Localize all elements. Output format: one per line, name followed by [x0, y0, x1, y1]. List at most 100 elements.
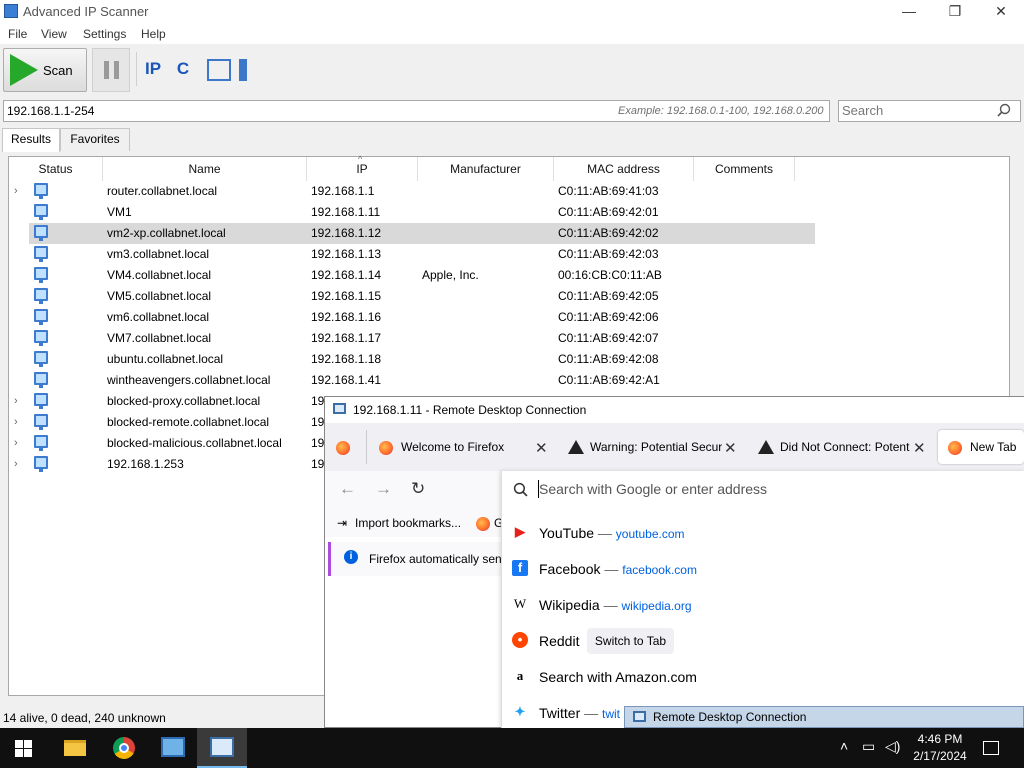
col-comments[interactable]: Comments — [694, 157, 795, 181]
scan-button-label: Scan — [43, 63, 73, 78]
firefox-tab-icon — [379, 441, 393, 455]
host-name: router.collabnet.local — [107, 184, 218, 198]
suggestion-facebook[interactable]: Facebook — facebook.com — [539, 557, 697, 581]
taskbar-ip-scanner[interactable] — [148, 728, 198, 768]
taskbar-rdp[interactable] — [197, 728, 247, 768]
table-row[interactable] — [9, 202, 1009, 223]
sort-ascending-icon: ^ — [358, 154, 363, 164]
search-input[interactable]: Search — [838, 100, 1021, 122]
computer-icon — [34, 309, 48, 325]
computer-icon — [34, 414, 48, 430]
close-tab-icon[interactable]: ✕ — [724, 439, 737, 457]
ip-icon[interactable]: IP — [140, 57, 166, 83]
menu-view[interactable]: View — [41, 27, 67, 41]
network-icon[interactable]: ▭ — [862, 738, 875, 755]
tab-new-tab[interactable]: New Tab — [970, 430, 1024, 464]
ip-scanner-icon — [161, 737, 185, 757]
volume-icon[interactable]: ◁) — [885, 738, 900, 755]
rdp-icon — [633, 711, 646, 722]
maximize-icon[interactable]: ❐ — [932, 0, 978, 24]
host-ip: 192.168.1.14 — [311, 268, 382, 282]
suggestion-sep: — — [603, 597, 618, 613]
menu-settings[interactable]: Settings — [83, 27, 126, 41]
host-mac: C0:11:AB:69:42:05 — [558, 289, 659, 303]
import-bookmarks[interactable]: Import bookmarks... — [355, 516, 461, 530]
switch-to-tab-button[interactable]: Switch to Tab — [587, 628, 674, 654]
firefox-view-icon[interactable] — [336, 441, 350, 455]
suggestion-amazon[interactable]: Search with Amazon.com — [539, 665, 697, 689]
tab-results[interactable]: Results — [2, 128, 60, 152]
expand-chevron-icon[interactable]: › — [14, 433, 18, 454]
host-name: ubuntu.collabnet.local — [107, 352, 224, 366]
rdp-icon — [333, 403, 346, 414]
host-mac: 00:16:CB:C0:11:AB — [558, 268, 662, 282]
host-ip: 192.168.1.12 — [311, 226, 382, 240]
computer-icon — [34, 183, 48, 199]
suggestion-url: youtube.com — [615, 527, 685, 541]
suggestion-reddit[interactable]: Reddit — [539, 629, 579, 653]
chevron-up-icon[interactable]: ˄ — [840, 738, 848, 754]
pause-button[interactable] — [92, 48, 130, 92]
suggestion-youtube[interactable]: YouTube — youtube.com — [539, 521, 685, 545]
expand-chevron-icon[interactable]: › — [14, 391, 18, 412]
host-name: vm2-xp.collabnet.local — [107, 226, 226, 240]
computer-icon — [34, 246, 48, 262]
warning-icon — [568, 440, 584, 454]
tab-did-not-connect[interactable]: Did Not Connect: Potent — [780, 430, 910, 464]
windows-start-icon[interactable] — [15, 740, 32, 757]
pause-icon — [104, 61, 109, 79]
close-tab-icon[interactable]: ✕ — [913, 439, 926, 457]
search-icon[interactable] — [997, 103, 1011, 117]
forward-icon[interactable]: → — [375, 479, 392, 499]
col-status[interactable]: Status — [9, 157, 103, 181]
suggestion-title: Facebook — [539, 561, 601, 577]
col-manufacturer[interactable]: Manufacturer — [418, 157, 554, 181]
expand-all-icon[interactable] — [207, 59, 231, 81]
c-class-icon[interactable]: C — [170, 57, 196, 83]
col-ip[interactable]: IP — [307, 157, 418, 181]
notification-icon[interactable] — [983, 741, 999, 755]
suggestion-sep: — — [604, 561, 619, 577]
url-input[interactable]: Search with Google or enter address — [539, 481, 767, 497]
expand-chevron-icon[interactable]: › — [14, 181, 18, 202]
close-icon[interactable]: ✕ — [978, 0, 1024, 24]
suggestion-title: Twitter — [539, 705, 581, 721]
host-ip: 192.168.1.41 — [311, 373, 382, 387]
app-icon — [4, 4, 18, 18]
host-name: wintheavengers.collabnet.local — [107, 373, 271, 387]
col-mac[interactable]: MAC address — [554, 157, 694, 181]
tab-welcome-firefox[interactable]: Welcome to Firefox — [401, 430, 527, 464]
minimize-icon[interactable]: — — [886, 0, 932, 24]
suggestion-wikipedia[interactable]: Wikipedia — wikipedia.org — [539, 593, 692, 617]
host-ip: 19 — [311, 415, 325, 429]
expand-chevron-icon[interactable]: › — [14, 454, 18, 475]
taskbar-chrome[interactable] — [100, 728, 150, 768]
clock-date: 2/17/2024 — [913, 749, 967, 763]
title-bar — [0, 0, 1024, 24]
youtube-icon: ▶ — [515, 524, 525, 539]
tab-favorites[interactable]: Favorites — [60, 128, 130, 151]
expand-chevron-icon[interactable]: › — [14, 412, 18, 433]
collapse-all-icon[interactable] — [239, 59, 263, 81]
reload-icon[interactable]: ↻ — [411, 479, 425, 499]
close-tab-icon[interactable]: ✕ — [535, 439, 548, 457]
pause-icon-bar — [114, 61, 119, 79]
host-mac: C0:11:AB:69:42:06 — [558, 310, 659, 324]
clock[interactable]: 4:46 PM 2/17/2024 — [900, 731, 980, 765]
col-name[interactable]: Name — [103, 157, 307, 181]
facebook-icon: f — [512, 560, 528, 576]
search-icon — [513, 482, 528, 497]
chrome-center — [119, 743, 129, 753]
menu-file[interactable]: File — [8, 27, 27, 41]
rdp-minimized-bar[interactable]: Remote Desktop Connection — [624, 706, 1024, 728]
tab-warning[interactable]: Warning: Potential Secur — [590, 430, 722, 464]
host-mac: C0:11:AB:69:42:02 — [558, 226, 659, 240]
rdp-title[interactable]: 192.168.1.11 - Remote Desktop Connection — [325, 397, 1024, 423]
suggestion-twitter[interactable]: Twitter — twit — [539, 701, 620, 725]
menu-help[interactable]: Help — [141, 27, 166, 41]
computer-icon — [34, 225, 48, 241]
firefox-tab-icon — [948, 441, 962, 455]
play-icon — [10, 54, 38, 86]
back-icon[interactable]: ← — [339, 479, 356, 499]
taskbar-explorer[interactable] — [50, 728, 100, 768]
